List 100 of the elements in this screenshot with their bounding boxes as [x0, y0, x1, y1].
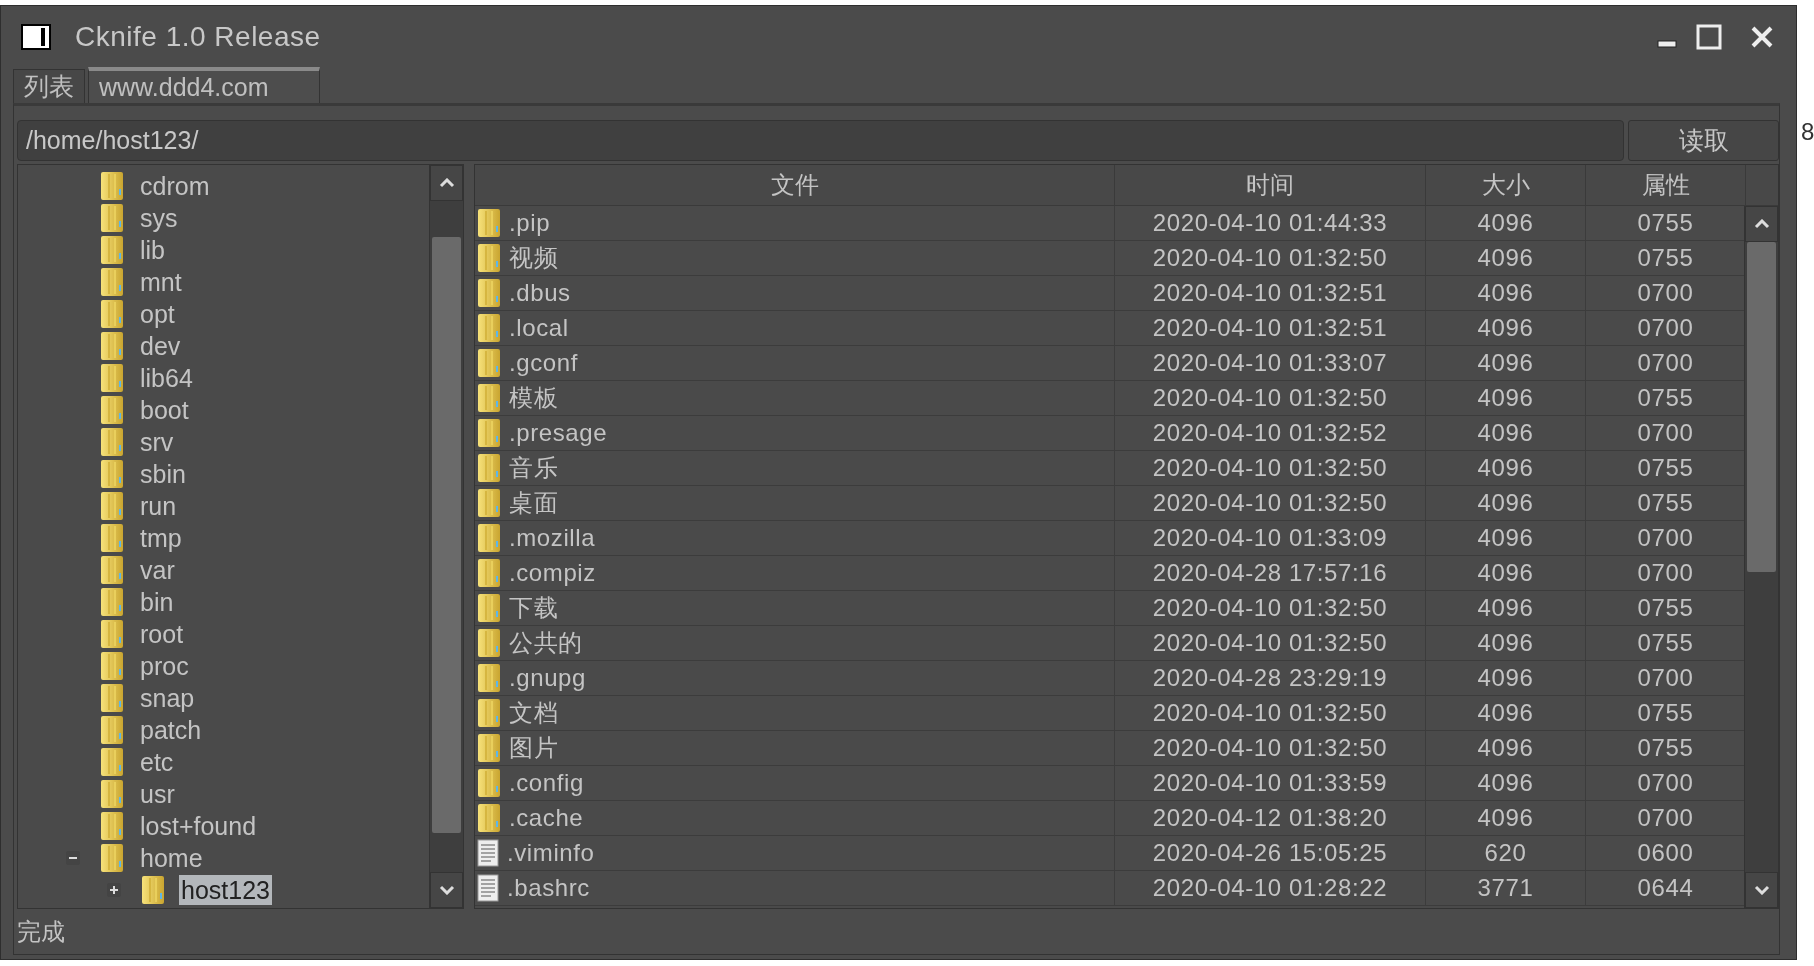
file-name[interactable]: .viminfo [507, 839, 595, 867]
folder-icon [477, 488, 501, 518]
folder-icon [100, 715, 124, 745]
file-name[interactable]: 视频 [509, 242, 559, 274]
table-cell: 2020-04-28 23:29:19 [1152, 664, 1388, 692]
tree-item[interactable]: boot [138, 395, 191, 425]
read-button[interactable]: 读取 [1628, 120, 1779, 161]
folder-icon [100, 651, 124, 681]
table-cell: 2020-04-10 01:33:09 [1152, 524, 1388, 552]
file-name[interactable]: .bashrc [507, 874, 590, 902]
tree-item[interactable]: cdrom [138, 171, 212, 201]
tree-item[interactable]: lib [138, 235, 167, 265]
file-name[interactable]: 图片 [509, 732, 559, 764]
close-icon[interactable] [1750, 24, 1774, 49]
file-name[interactable]: 公共的 [509, 627, 583, 659]
scroll-down-button[interactable] [1745, 872, 1778, 908]
maximize-icon[interactable] [1696, 23, 1722, 50]
column-header[interactable]: 时间 [1115, 165, 1426, 205]
table-cell: 2020-04-10 01:32:50 [1152, 629, 1388, 657]
document-icon [477, 874, 499, 902]
table-cell: 2020-04-10 01:32:52 [1152, 419, 1388, 447]
file-name[interactable]: .mozilla [509, 524, 596, 552]
folder-icon [100, 363, 124, 393]
scroll-up-button[interactable] [430, 165, 463, 201]
file-name[interactable]: .local [509, 314, 569, 342]
tree-item[interactable]: dev [138, 331, 183, 361]
folder-icon [100, 747, 124, 777]
column-header[interactable]: 大小 [1426, 165, 1586, 205]
tree-item[interactable]: snap [138, 683, 197, 713]
tree-item[interactable]: var [138, 555, 177, 585]
file-name[interactable]: .presage [509, 419, 608, 447]
table-cell: 4096 [1477, 349, 1534, 377]
file-name[interactable]: .cache [509, 804, 584, 832]
tree-item[interactable]: sbin [138, 459, 188, 489]
folder-icon [100, 395, 124, 425]
folder-icon [100, 331, 124, 361]
chevron-down-icon [1753, 885, 1770, 895]
table-cell: 0755 [1637, 454, 1694, 482]
file-name[interactable]: .compiz [509, 559, 596, 587]
tree-item[interactable]: root [138, 619, 186, 649]
tree-item[interactable]: srv [138, 427, 176, 457]
file-name[interactable]: .pip [509, 209, 551, 237]
tree-item[interactable]: etc [138, 747, 176, 777]
tree-item[interactable]: sys [138, 203, 180, 233]
table-cell: 4096 [1477, 699, 1534, 727]
expand-toggle[interactable] [107, 883, 121, 897]
folder-icon [100, 203, 124, 233]
table-cell: 2020-04-28 17:57:16 [1152, 559, 1388, 587]
column-header[interactable]: 文件 [475, 165, 1115, 205]
file-name[interactable]: 模板 [509, 382, 559, 414]
table-cell: 2020-04-10 01:28:22 [1152, 874, 1388, 902]
file-name[interactable]: 音乐 [509, 452, 559, 484]
file-name[interactable]: 文档 [509, 697, 559, 729]
tree-item[interactable]: opt [138, 299, 177, 329]
collapse-toggle[interactable] [66, 851, 80, 865]
folder-icon [477, 768, 501, 798]
tree-item[interactable]: proc [138, 651, 191, 681]
scrollbar-thumb[interactable] [432, 237, 461, 833]
tree-item[interactable]: home [138, 843, 205, 873]
scroll-down-button[interactable] [430, 872, 463, 908]
chevron-up-icon [1753, 219, 1770, 229]
table-cell: 3771 [1477, 874, 1534, 902]
folder-icon [100, 555, 124, 585]
tree-item[interactable]: tmp [138, 523, 184, 553]
table-cell: 0700 [1637, 664, 1694, 692]
folder-icon [477, 628, 501, 658]
tree-item[interactable]: usr [138, 779, 177, 809]
tree-item[interactable]: bin [138, 587, 176, 617]
scroll-up-button[interactable] [1745, 206, 1778, 242]
table-cell: 2020-04-10 01:32:50 [1152, 734, 1388, 762]
tree-item[interactable]: run [138, 491, 179, 521]
folder-icon [477, 418, 501, 448]
table-cell: 4096 [1477, 244, 1534, 272]
file-name[interactable]: .config [509, 769, 584, 797]
column-header[interactable]: 属性 [1586, 165, 1746, 205]
tree-item[interactable]: patch [138, 715, 204, 745]
file-name[interactable]: .gconf [509, 349, 578, 377]
file-name[interactable]: 桌面 [509, 487, 559, 519]
path-field[interactable]: /home/host123/ [17, 120, 1624, 161]
app-icon [21, 23, 51, 50]
tree-item[interactable]: host123 [179, 875, 272, 905]
table-cell: 4096 [1477, 314, 1534, 342]
table-cell: 0755 [1637, 734, 1694, 762]
file-name[interactable]: .gnupg [509, 664, 586, 692]
tab[interactable]: 列表 [13, 69, 85, 103]
folder-icon [477, 313, 501, 343]
scrollbar-thumb[interactable] [1747, 242, 1776, 572]
table-cell: 4096 [1477, 279, 1534, 307]
tree-item[interactable]: lib64 [138, 363, 195, 393]
document-icon [477, 839, 499, 867]
file-name[interactable]: 下载 [509, 592, 559, 624]
file-name[interactable]: .dbus [509, 279, 571, 307]
table-cell: 4096 [1477, 734, 1534, 762]
tree-item[interactable]: lost+found [138, 811, 259, 841]
table-cell: 0755 [1637, 209, 1694, 237]
tree-item[interactable]: mnt [138, 267, 184, 297]
chevron-up-icon [438, 178, 455, 188]
tab[interactable]: www.ddd4.com [88, 67, 320, 103]
folder-icon [100, 523, 124, 553]
folder-icon [100, 171, 124, 201]
